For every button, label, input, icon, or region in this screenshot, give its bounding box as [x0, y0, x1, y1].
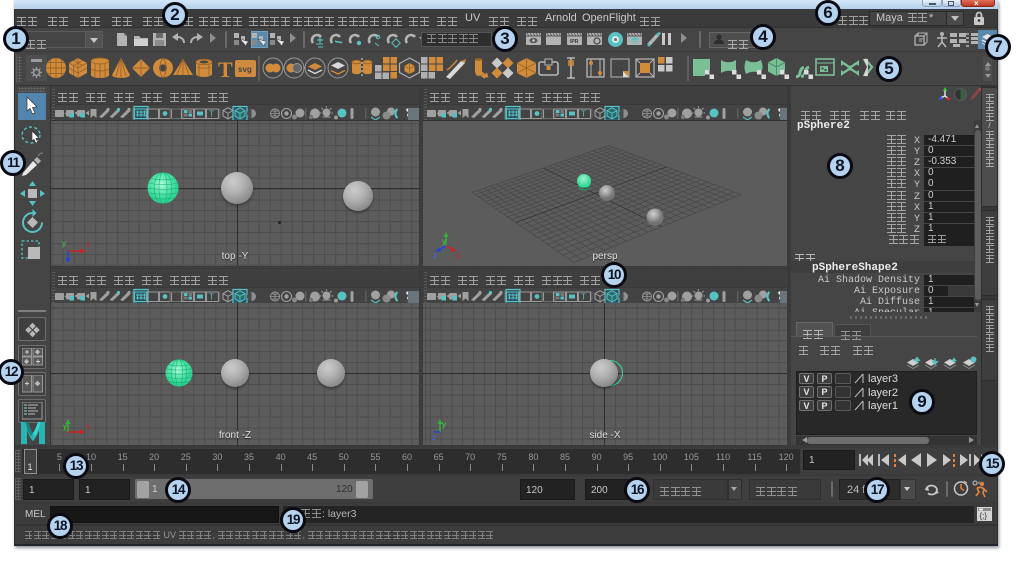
svg-text:x: x: [86, 422, 90, 431]
svg-text:z: z: [433, 251, 437, 260]
svg-text:T: T: [209, 292, 214, 301]
svg-text:svg: svg: [238, 65, 252, 74]
svg-text:y: y: [63, 422, 67, 431]
svg-text:y: y: [442, 420, 446, 429]
svg-text:y: y: [442, 237, 446, 246]
svg-text:z: z: [432, 433, 436, 442]
svg-text:T: T: [581, 292, 586, 301]
svg-text:IPR: IPR: [570, 39, 579, 45]
svg-text:T: T: [209, 109, 214, 118]
svg-text:x: x: [456, 251, 460, 260]
svg-text:y: y: [62, 239, 66, 248]
svg-text:x: x: [86, 240, 90, 249]
svg-text:{;}: {;}: [980, 512, 988, 521]
